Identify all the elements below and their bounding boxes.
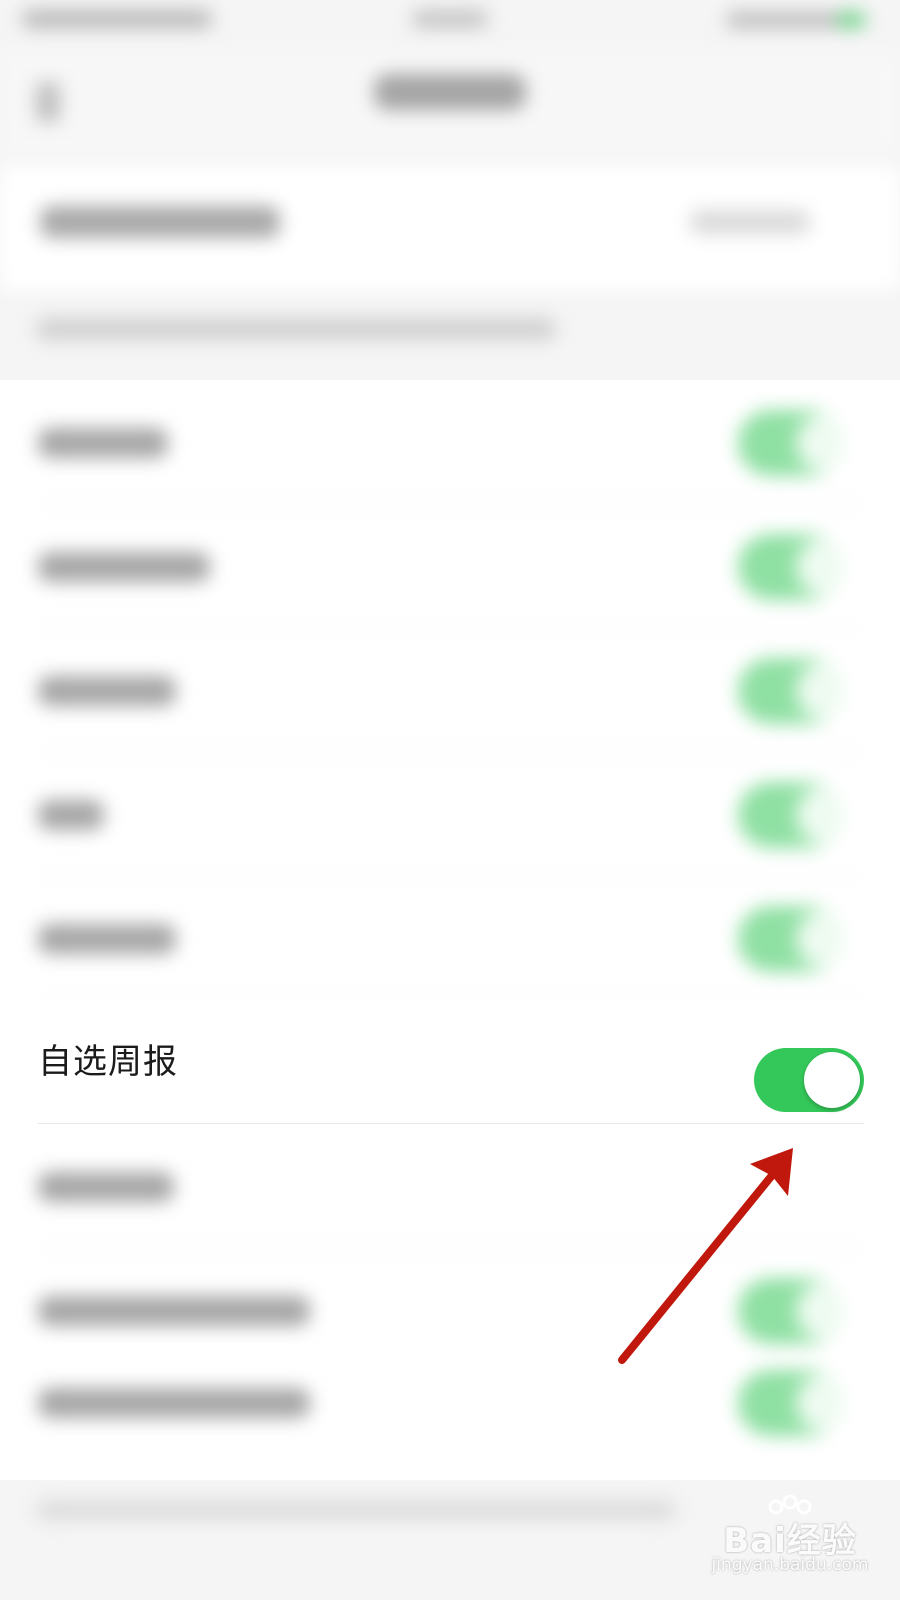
- list-item[interactable]: [0, 752, 900, 876]
- list-item-toggle[interactable]: [738, 906, 854, 972]
- weekly-report-toggle[interactable]: [754, 1048, 864, 1112]
- footer-hint-text: [36, 1500, 676, 1520]
- list-item-toggle[interactable]: [738, 1370, 854, 1436]
- list-item-label: [38, 1388, 310, 1418]
- status-time: [412, 10, 488, 28]
- list-item[interactable]: [0, 1340, 900, 1464]
- list-item-label: [38, 676, 176, 706]
- list-item-toggle[interactable]: [738, 1278, 854, 1344]
- list-item-label: [38, 1296, 310, 1326]
- app-screen: 自选周报 Bai经验 jingyan.baidu.com: [0, 0, 900, 1600]
- list-item[interactable]: [0, 1124, 900, 1248]
- baidu-watermark: Bai经验 jingyan.baidu.com: [690, 1495, 890, 1585]
- list-item-label: [38, 1172, 174, 1202]
- list-item-toggle[interactable]: [738, 410, 854, 476]
- back-icon[interactable]: [36, 82, 60, 122]
- list-item-label: [38, 924, 176, 954]
- status-carrier: [22, 10, 212, 28]
- toggle-knob: [804, 1052, 860, 1108]
- navigation-bar: [0, 50, 900, 158]
- list-item[interactable]: [0, 876, 900, 1000]
- top-setting-row[interactable]: [0, 166, 900, 290]
- top-setting-label: [40, 206, 280, 238]
- list-item-toggle[interactable]: [738, 658, 854, 724]
- list-item-label: [38, 800, 104, 830]
- list-item-label: [38, 428, 168, 458]
- settings-list: [0, 380, 900, 1480]
- weekly-report-label: 自选周报: [38, 1042, 178, 1082]
- list-item[interactable]: [0, 628, 900, 752]
- watermark-url: jingyan.baidu.com: [711, 1555, 869, 1575]
- top-setting-value: [690, 210, 810, 234]
- list-item-toggle[interactable]: [738, 782, 854, 848]
- battery-icon: [838, 12, 864, 28]
- list-item-toggle[interactable]: [738, 534, 854, 600]
- status-bar: [0, 0, 900, 50]
- section-hint-text: [36, 318, 556, 340]
- divider: [38, 1123, 864, 1124]
- list-item[interactable]: [0, 380, 900, 504]
- page-title: [374, 74, 526, 110]
- weekly-report-setting-row: 自选周报: [0, 1000, 900, 1124]
- list-item[interactable]: [0, 504, 900, 628]
- list-item-label: [38, 552, 210, 582]
